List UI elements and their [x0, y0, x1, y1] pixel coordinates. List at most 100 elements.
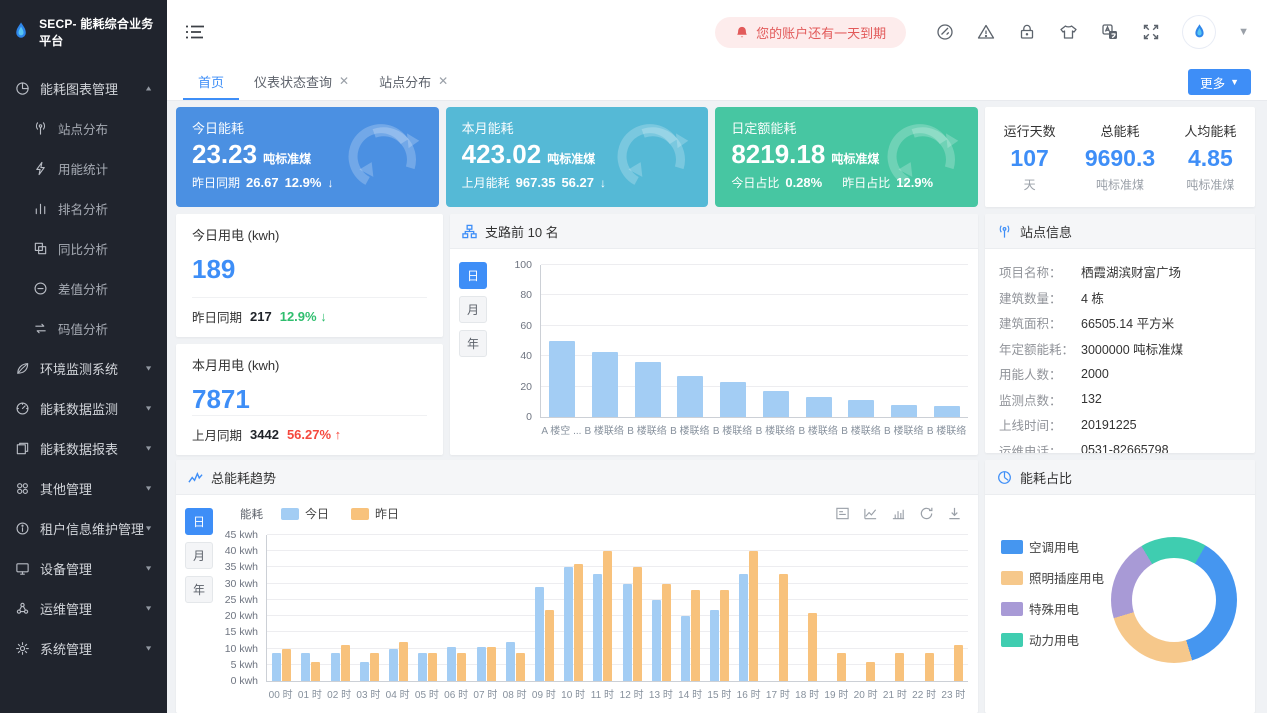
bar-group	[705, 535, 734, 681]
bar	[749, 551, 758, 681]
toggle-月[interactable]: 月	[459, 296, 487, 323]
toggle-年[interactable]: 年	[185, 576, 213, 603]
sidebar-item-5[interactable]: 租户信息维护管理▼	[0, 508, 167, 548]
x-tick-label: 02 时	[325, 686, 354, 701]
warning-icon[interactable]	[977, 23, 995, 41]
open-tabs: 首页仪表状态查询✕站点分布✕	[183, 64, 463, 100]
avatar[interactable]	[1183, 16, 1215, 48]
sidebar-item-1[interactable]: 环境监测系统▼	[0, 348, 167, 388]
toggle-年[interactable]: 年	[459, 330, 487, 357]
site-info-label: 用能人数：	[999, 364, 1081, 383]
sidebar-item-6[interactable]: 设备管理▼	[0, 548, 167, 588]
sidebar-subitem-4[interactable]: 差值分析	[0, 268, 167, 308]
panel-title: 总能耗趋势	[211, 468, 276, 487]
ecard-pct: 12.9% ↓	[280, 309, 327, 324]
tab-2[interactable]: 站点分布✕	[364, 64, 463, 100]
sidebar-item-2[interactable]: 能耗数据监测▼	[0, 388, 167, 428]
bar-group	[530, 535, 559, 681]
legend-item-3[interactable]: 动力用电	[1001, 630, 1104, 649]
lock-icon[interactable]	[1018, 23, 1036, 41]
bar-group	[384, 535, 413, 681]
bar	[370, 653, 379, 681]
y-tick-label: 80	[520, 289, 532, 301]
legend-swatch	[1001, 571, 1023, 585]
bar	[272, 653, 281, 681]
sidebar-item-3[interactable]: 能耗数据报表▼	[0, 428, 167, 468]
bar-group	[880, 535, 909, 681]
bar-group	[325, 535, 354, 681]
bar-group	[501, 535, 530, 681]
site-info-label: 监测点数：	[999, 390, 1081, 409]
bar	[516, 653, 525, 681]
translate-icon[interactable]	[1101, 23, 1119, 41]
sidebar-subitem-0[interactable]: 站点分布	[0, 108, 167, 148]
tab-0[interactable]: 首页	[183, 64, 239, 100]
bar-group	[734, 535, 763, 681]
legend-item-0[interactable]: 空调用电	[1001, 537, 1104, 556]
branch-icon	[462, 224, 477, 239]
kpi-unit: 吨标准煤	[547, 152, 595, 166]
middle-row: 今日用电 (kwh) 189 昨日同期21712.9% ↓ 本月用电 (kwh)…	[176, 214, 978, 453]
bar	[891, 405, 917, 417]
user-dropdown-chevron-icon[interactable]: ▼	[1238, 26, 1249, 38]
tab-close-icon[interactable]: ✕	[438, 74, 448, 88]
plot-wrap: 00 时01 时02 时03 时04 时05 时06 时07 时08 时09 时…	[266, 535, 968, 701]
stat-label: 人均能耗	[1184, 121, 1236, 140]
bar	[691, 590, 700, 681]
fullscreen-icon[interactable]	[1142, 23, 1160, 41]
energy_trend-plot	[266, 535, 968, 682]
x-tick-label: B 楼联络	[626, 422, 669, 437]
palette-icon[interactable]	[936, 23, 954, 41]
toggle-日[interactable]: 日	[459, 262, 487, 289]
legend-item-1[interactable]: 照明插座用电	[1001, 568, 1104, 587]
bar	[720, 590, 729, 681]
sidebar-item-7[interactable]: 运维管理▼	[0, 588, 167, 628]
swap-icon	[32, 321, 49, 336]
bar-group	[939, 535, 968, 681]
panel-title: 支路前 10 名	[485, 222, 559, 241]
collapse-menu-icon[interactable]	[185, 23, 205, 41]
bar	[549, 341, 575, 417]
x-tick-label: 08 时	[500, 686, 529, 701]
ops-icon	[14, 601, 31, 616]
site-info-row-6: 上线时间：20191225	[999, 412, 1241, 438]
bar-group	[626, 265, 669, 417]
sidebar-item-label: 能耗数据报表	[40, 439, 118, 458]
tab-1[interactable]: 仪表状态查询✕	[239, 64, 364, 100]
kpi-card-daily-quota-energy: 日定额能耗 8219.18吨标准煤 今日占比0.28%昨日占比12.9%	[715, 107, 978, 207]
x-tick-label: 16 时	[734, 686, 763, 701]
more-tabs-button[interactable]: 更多 ▼	[1188, 69, 1251, 95]
tab-close-icon[interactable]: ✕	[339, 74, 349, 88]
kpi-sub-label: 上月能耗	[462, 174, 510, 191]
sidebar-item-4[interactable]: 其他管理▼	[0, 468, 167, 508]
bar	[662, 584, 671, 681]
branch-top10-panel: 支路前 10 名 日月年 020406080100A 楼空 ...B 楼联络B …	[450, 214, 978, 455]
energy-trend-panel: 总能耗趋势 日月年 能耗 今日 昨日	[176, 460, 978, 713]
account-expiry-alert[interactable]: 您的账户还有一天到期	[715, 17, 906, 48]
x-tick-label: 22 时	[910, 686, 939, 701]
kpi-unit: 吨标准煤	[263, 152, 311, 166]
x-tick-label: B 楼联络	[668, 422, 711, 437]
x-tick-label: 03 时	[354, 686, 383, 701]
bell-icon	[735, 25, 749, 40]
theme-skin-icon[interactable]	[1059, 23, 1078, 41]
toggle-月[interactable]: 月	[185, 542, 213, 569]
flame-logo-icon	[10, 19, 32, 45]
bar-group	[413, 535, 442, 681]
right-column: 运行天数107天总能耗9690.3吨标准煤人均能耗4.85吨标准煤 站点信息 项…	[985, 107, 1255, 713]
kpi-cards-row: 今日能耗 23.23吨标准煤 昨日同期26.6712.9%↓ 本月能耗 423.…	[176, 107, 978, 207]
x-tick-label: 01 时	[295, 686, 324, 701]
x-tick-label: 04 时	[383, 686, 412, 701]
bar	[457, 653, 466, 681]
toggle-日[interactable]: 日	[185, 508, 213, 535]
grid-icon	[14, 481, 31, 496]
sidebar-subitem-2[interactable]: 排名分析	[0, 188, 167, 228]
sidebar-subitem-3[interactable]: 同比分析	[0, 228, 167, 268]
legend-item-2[interactable]: 特殊用电	[1001, 599, 1104, 618]
sidebar-subitem-5[interactable]: 码值分析	[0, 308, 167, 348]
bar-group	[883, 265, 926, 417]
sidebar-item-8[interactable]: 系统管理▼	[0, 628, 167, 668]
sidebar-subitem-label: 排名分析	[58, 199, 108, 218]
sidebar-item-0[interactable]: 能耗图表管理▲	[0, 68, 167, 108]
sidebar-subitem-1[interactable]: 用能统计	[0, 148, 167, 188]
